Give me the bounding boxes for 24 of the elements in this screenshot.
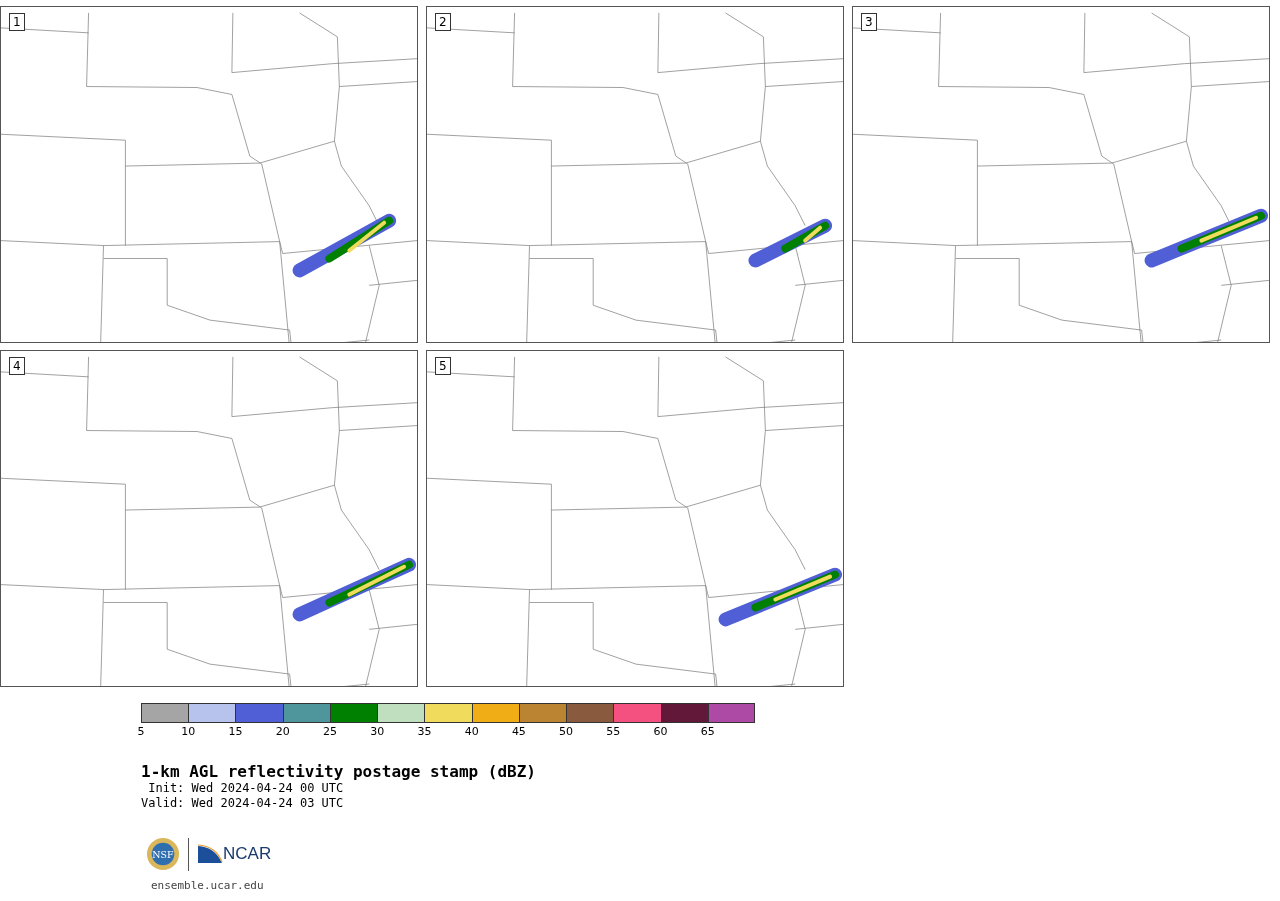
tick-label: 60 — [653, 725, 668, 738]
chart-title: 1-km AGL reflectivity postage stamp (dBZ) — [141, 762, 537, 781]
website-url: ensemble.ucar.edu — [150, 879, 265, 892]
org-logo-text: NCAR — [223, 844, 272, 864]
panel-number: 5 — [435, 357, 451, 375]
tick-label: 45 — [511, 725, 526, 738]
tick-label: 40 — [464, 725, 479, 738]
tick-label: 30 — [370, 725, 385, 738]
tick-label: 50 — [559, 725, 574, 738]
valid-time: Valid: Wed 2024-04-24 03 UTC — [141, 796, 345, 811]
tick-label: 20 — [275, 725, 290, 738]
tick-label: 5 — [137, 725, 145, 738]
tick-label: 65 — [700, 725, 715, 738]
tick-label: 55 — [606, 725, 621, 738]
tick-label: 10 — [181, 725, 196, 738]
tick-label: 15 — [228, 725, 243, 738]
panel-number: 4 — [9, 357, 25, 375]
panel-number: 3 — [861, 13, 877, 31]
seal-text: NSF — [152, 848, 174, 860]
panel-number: 2 — [435, 13, 451, 31]
tick-label: 35 — [417, 725, 432, 738]
init-time: Init: Wed 2024-04-24 00 UTC — [147, 781, 345, 796]
panel-number: 1 — [9, 13, 25, 31]
tick-label: 25 — [322, 725, 337, 738]
